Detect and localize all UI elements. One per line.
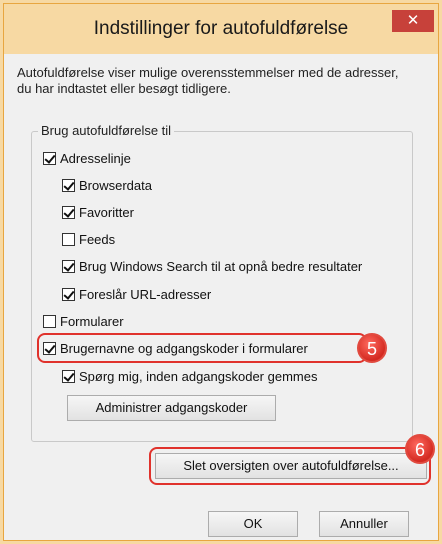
highlight-delete-history	[149, 447, 431, 485]
group-label: Brug autofuldførelse til	[38, 123, 175, 138]
checkbox-label: Favoritter	[79, 204, 134, 220]
checkbox-label: Foreslår URL-adresser	[79, 286, 212, 302]
title-bar: Indstillinger for autofuldførelse ✕	[4, 4, 438, 54]
annotation-badge-5: 5	[357, 333, 387, 363]
checkbox-forms[interactable]: Formularer	[43, 312, 124, 330]
checkbox-label: Adresselinje	[60, 150, 131, 166]
checkbox-unchecked-icon[interactable]	[43, 314, 56, 328]
checkbox-suggest-urls[interactable]: Foreslår URL-adresser	[62, 285, 211, 303]
highlight-usernames-passwords	[37, 333, 367, 363]
dialog-title: Indstillinger for autofuldførelse	[93, 18, 349, 39]
checkbox-checked-icon[interactable]	[62, 205, 75, 219]
checkbox-favorites[interactable]: Favoritter	[62, 203, 134, 221]
ok-button[interactable]: OK	[208, 511, 298, 537]
checkbox-checked-icon[interactable]	[62, 178, 75, 192]
checkbox-checked-icon[interactable]	[62, 259, 75, 273]
checkbox-label: Spørg mig, inden adgangskoder gemmes	[79, 368, 318, 384]
checkbox-label: Brug Windows Search til at opnå bedre re…	[79, 258, 363, 274]
checkbox-label: Formularer	[60, 313, 124, 329]
checkbox-checked-icon[interactable]	[62, 369, 75, 383]
checkbox-feeds[interactable]: Feeds	[62, 230, 115, 248]
checkbox-address-bar[interactable]: Adresselinje	[43, 149, 131, 167]
checkbox-unchecked-icon[interactable]	[62, 232, 75, 246]
checkbox-checked-icon[interactable]	[62, 287, 75, 301]
checkbox-windows-search[interactable]: Brug Windows Search til at opnå bedre re…	[62, 257, 362, 275]
checkbox-ask-before-saving[interactable]: Spørg mig, inden adgangskoder gemmes	[62, 367, 317, 385]
manage-passwords-button[interactable]: Administrer adgangskoder	[67, 395, 276, 421]
description-text: Autofuldførelse viser mulige overensstem…	[17, 65, 399, 96]
close-button[interactable]: ✕	[392, 10, 434, 32]
checkbox-browser-data[interactable]: Browserdata	[62, 176, 152, 194]
checkbox-label: Feeds	[79, 231, 116, 247]
annotation-badge-6: 6	[405, 434, 435, 464]
cancel-button[interactable]: Annuller	[319, 511, 409, 537]
checkbox-label: Browserdata	[79, 177, 152, 193]
checkbox-checked-icon[interactable]	[43, 151, 56, 165]
